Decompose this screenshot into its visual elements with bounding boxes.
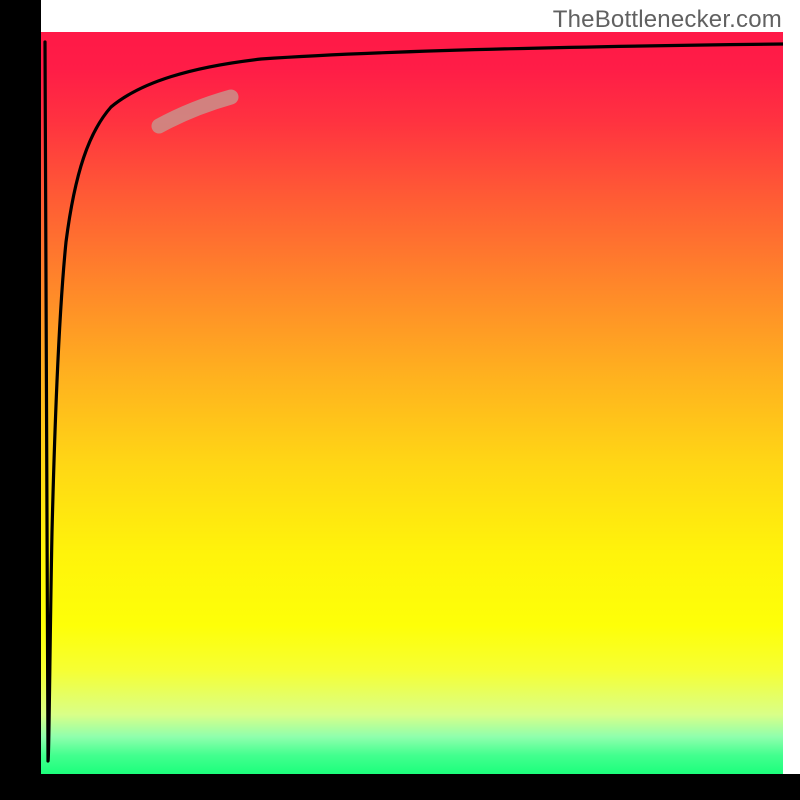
y-axis-bar — [0, 0, 41, 800]
chart-frame: TheBottlenecker.com — [0, 0, 800, 800]
bottleneck-curve — [45, 42, 783, 761]
plot-gradient-area — [41, 32, 783, 774]
x-axis-bar — [0, 774, 800, 800]
attribution-text: TheBottlenecker.com — [553, 6, 782, 34]
highlight-segment-icon — [159, 97, 231, 126]
curve-svg — [41, 32, 783, 774]
